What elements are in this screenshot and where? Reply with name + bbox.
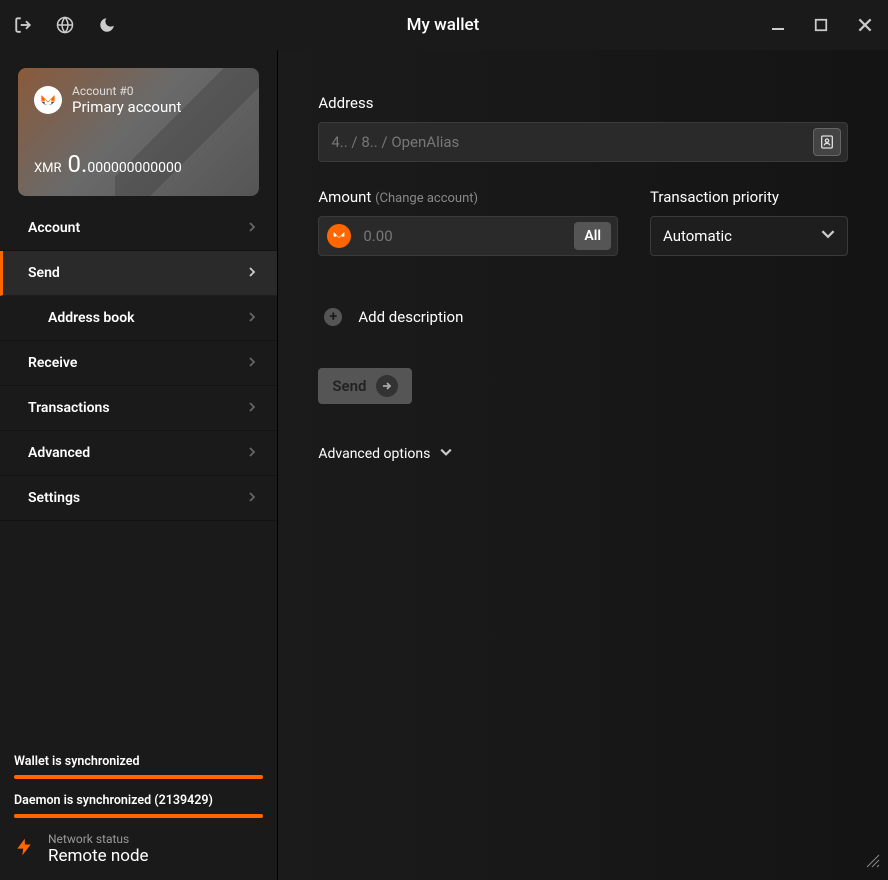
priority-select[interactable]: Automatic (650, 216, 848, 256)
chevron-right-icon (247, 265, 257, 281)
add-description-button[interactable]: + Add description (318, 308, 848, 326)
amount-input[interactable] (351, 227, 574, 245)
nav-transactions[interactable]: Transactions (0, 386, 277, 431)
balance-display: XMR 0.000000000000 (34, 150, 243, 178)
nav-label: Account (28, 220, 80, 236)
chevron-down-icon (440, 446, 452, 462)
amount-label: Amount (Change account) (318, 188, 618, 206)
priority-label: Transaction priority (650, 188, 848, 206)
wallet-sync-bar (14, 775, 263, 779)
account-name: Primary account (72, 98, 181, 116)
priority-value: Automatic (663, 227, 732, 245)
send-button[interactable]: Send (318, 368, 412, 404)
advanced-options-label: Advanced options (318, 446, 430, 462)
logout-icon[interactable] (14, 16, 32, 34)
amount-all-button[interactable]: All (574, 222, 611, 250)
nav-send[interactable]: Send (0, 251, 277, 296)
nav-receive[interactable]: Receive (0, 341, 277, 386)
address-input-wrap (318, 122, 848, 162)
chevron-right-icon (247, 355, 257, 371)
window-title: My wallet (116, 15, 770, 35)
plus-icon: + (324, 308, 342, 326)
bolt-icon (14, 833, 34, 865)
nav-account[interactable]: Account (0, 206, 277, 251)
balance-fractional: 000000000000 (87, 160, 181, 176)
chevron-right-icon (247, 310, 257, 326)
amount-input-wrap: All (318, 216, 618, 256)
network-value: Remote node (48, 846, 149, 866)
nav-label: Send (28, 265, 60, 281)
daemon-sync-bar (14, 814, 263, 818)
network-label: Network status (48, 832, 149, 846)
maximize-button[interactable] (814, 18, 828, 32)
nav-settings[interactable]: Settings (0, 476, 277, 521)
daemon-sync-status: Daemon is synchronized (2139429) (14, 793, 263, 808)
resize-handle[interactable] (866, 853, 880, 872)
advanced-options-toggle[interactable]: Advanced options (318, 446, 848, 462)
network-status[interactable]: Network status Remote node (14, 832, 263, 866)
send-button-label: Send (332, 377, 366, 395)
nav-label: Advanced (28, 445, 90, 461)
add-description-label: Add description (358, 308, 463, 326)
globe-icon[interactable] (56, 16, 74, 34)
nav-label: Settings (28, 490, 80, 506)
monero-coin-icon (327, 224, 351, 248)
balance-ticker: XMR (34, 161, 62, 176)
nav-label: Receive (28, 355, 77, 371)
minimize-button[interactable] (770, 17, 786, 33)
chevron-right-icon (247, 220, 257, 236)
nav-label: Transactions (28, 400, 110, 416)
chevron-down-icon (821, 227, 835, 245)
arrow-right-icon (376, 375, 398, 397)
sidebar-nav: Account Send Address book Receive Transa… (0, 206, 277, 744)
wallet-sync-status: Wallet is synchronized (14, 754, 263, 769)
nav-advanced[interactable]: Advanced (0, 431, 277, 476)
monero-logo-icon (34, 86, 62, 114)
account-card[interactable]: Account #0 Primary account XMR 0.0000000… (18, 68, 259, 196)
balance-whole: 0. (68, 150, 88, 178)
nav-label: Address book (48, 310, 135, 326)
address-input[interactable] (319, 133, 813, 151)
chevron-right-icon (247, 490, 257, 506)
close-button[interactable] (856, 16, 874, 34)
chevron-right-icon (247, 445, 257, 461)
address-book-button[interactable] (813, 128, 841, 156)
change-account-link[interactable]: (Change account) (375, 191, 478, 206)
nav-address-book[interactable]: Address book (0, 296, 277, 341)
account-number: Account #0 (72, 84, 181, 98)
moon-icon[interactable] (98, 16, 116, 34)
address-label: Address (318, 94, 848, 112)
chevron-right-icon (247, 400, 257, 416)
